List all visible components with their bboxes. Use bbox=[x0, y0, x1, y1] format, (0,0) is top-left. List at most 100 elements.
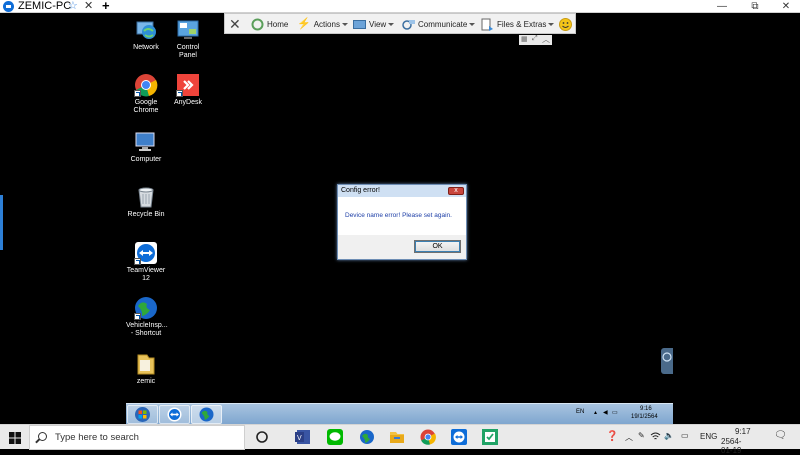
remote-start-button[interactable] bbox=[127, 405, 158, 424]
desktop-icon-label: zemic bbox=[136, 378, 156, 385]
restore-button[interactable]: ⧉ bbox=[745, 0, 765, 13]
window-close-button[interactable]: ✕ bbox=[776, 0, 796, 13]
desktop-icon-anydesk[interactable]: AnyDesk bbox=[168, 73, 208, 107]
desktop-icon-zemic-folder[interactable]: zemic bbox=[126, 352, 166, 386]
chrome-icon bbox=[134, 73, 158, 97]
network-globe-icon bbox=[134, 18, 158, 42]
toolbar-communicate[interactable]: Communicate bbox=[402, 14, 476, 35]
collapse-toolbar-icon[interactable]: ︿ bbox=[542, 34, 550, 45]
host-taskbar: Type here to search V ❓ ︿ ✎ 🔈 ▭ ENG 9:17… bbox=[0, 424, 800, 455]
config-error-dialog: Config error! x Device name error! Pleas… bbox=[337, 184, 467, 260]
fullscreen-icon[interactable]: ⤢ bbox=[532, 35, 538, 43]
shortcut-arrow-icon bbox=[176, 90, 183, 97]
chevron-down-icon bbox=[469, 23, 476, 27]
folder-icon bbox=[134, 352, 158, 376]
monitor-icon bbox=[353, 19, 366, 29]
wifi-icon[interactable] bbox=[650, 431, 661, 444]
desktop-icon-label: Control Panel bbox=[176, 44, 200, 59]
visio-app-icon[interactable]: V bbox=[295, 429, 311, 445]
new-tab-button[interactable]: + bbox=[102, 0, 110, 13]
shortcut-arrow-icon bbox=[134, 313, 141, 320]
desktop-icon-label: AnyDesk bbox=[173, 99, 202, 106]
side-handle-right[interactable] bbox=[661, 348, 673, 374]
file-explorer-icon[interactable] bbox=[389, 429, 405, 445]
dialog-ok-button[interactable]: OK bbox=[414, 240, 461, 253]
green-app-icon[interactable] bbox=[482, 429, 498, 445]
tray-overflow-icon[interactable]: ︿ bbox=[625, 432, 633, 443]
file-transfer-icon bbox=[481, 18, 493, 32]
favorite-star-icon[interactable]: ☆ bbox=[68, 0, 78, 12]
recycle-bin-icon bbox=[134, 185, 158, 209]
teamviewer-icon[interactable] bbox=[451, 429, 467, 445]
speaker-icon[interactable]: 🔈 bbox=[664, 431, 674, 440]
task-view-icon[interactable] bbox=[254, 429, 270, 445]
remote-speaker-icon[interactable]: ◀ bbox=[603, 409, 608, 416]
remote-lang-indicator[interactable]: EN bbox=[576, 409, 584, 415]
notification-center-icon[interactable]: 🗨 bbox=[774, 430, 787, 441]
chevron-down-icon bbox=[548, 23, 555, 27]
computer-icon bbox=[134, 130, 158, 154]
desktop-icon-recycle-bin[interactable]: Recycle Bin bbox=[126, 185, 166, 219]
desktop-icon-computer[interactable]: Computer bbox=[126, 130, 166, 164]
globe-app-icon bbox=[134, 296, 158, 320]
toolbar-actions[interactable]: ⚡ Actions bbox=[297, 14, 348, 35]
session-tab-title[interactable]: ZEMIC-PC bbox=[18, 0, 71, 13]
minimize-button[interactable]: — bbox=[712, 0, 732, 13]
toolbar-home-label: Home bbox=[267, 20, 289, 29]
help-icon[interactable]: ❓ bbox=[606, 431, 618, 442]
shortcut-arrow-icon bbox=[134, 258, 141, 265]
desktop-icon-teamviewer[interactable]: TeamViewer 12 bbox=[126, 241, 166, 283]
pen-icon[interactable]: ✎ bbox=[638, 431, 645, 440]
toolbar-files-extras[interactable]: Files & Extras bbox=[481, 14, 555, 35]
remote-taskbar: EN ▴ ◀ ▭ 9:16 19/1/2564 bbox=[126, 403, 673, 424]
close-connection-icon[interactable]: ✕ bbox=[229, 14, 241, 35]
lightning-icon: ⚡ bbox=[297, 18, 311, 31]
desktop-icon-control-panel[interactable]: Control Panel bbox=[168, 18, 208, 60]
control-panel-icon bbox=[176, 18, 200, 42]
desktop-icon-label: Recycle Bin bbox=[127, 211, 165, 218]
grid-icon[interactable]: ▦ bbox=[521, 35, 528, 43]
remote-network-icon[interactable]: ▭ bbox=[612, 409, 618, 416]
side-panel-handle[interactable] bbox=[0, 195, 3, 250]
language-indicator[interactable]: ENG bbox=[700, 432, 717, 441]
toolbar-view[interactable]: View bbox=[353, 14, 395, 35]
toolbar-home[interactable]: Home bbox=[251, 14, 288, 35]
globe-app-icon[interactable] bbox=[359, 429, 375, 445]
teamviewer-small-icon bbox=[662, 352, 672, 362]
tab-close-button[interactable]: ✕ bbox=[84, 0, 93, 12]
toolbar-communicate-label: Communicate bbox=[418, 20, 468, 29]
teamviewer-logo-icon bbox=[3, 1, 14, 12]
desktop-icon-label: TeamViewer 12 bbox=[126, 267, 166, 282]
toolbar-view-label: View bbox=[369, 20, 387, 29]
dialog-title: Config error! bbox=[338, 185, 466, 197]
toolbar-mini-controls: ▦ ⤢ ︿ bbox=[519, 35, 552, 45]
desktop-icon-vehicleinsp-shortcut[interactable]: VehicleInsp... - Shortcut bbox=[126, 296, 168, 338]
windows-start-icon[interactable] bbox=[9, 431, 21, 444]
toolbar-actions-label: Actions bbox=[313, 20, 340, 29]
dialog-close-button[interactable]: x bbox=[448, 187, 464, 195]
window-titlebar: ZEMIC-PC ☆ ✕ + — ⧉ ✕ bbox=[0, 0, 800, 13]
chrome-icon[interactable] bbox=[420, 429, 436, 445]
remote-tray-arrow-icon[interactable]: ▴ bbox=[594, 409, 597, 416]
desktop-icon-label: Computer bbox=[130, 156, 162, 163]
clock-time[interactable]: 9:17 bbox=[735, 427, 751, 436]
remote-clock-time[interactable]: 9:16 bbox=[640, 406, 652, 412]
clock-date[interactable]: 2564-01-19 bbox=[721, 437, 741, 455]
desktop-icon-network[interactable]: Network bbox=[126, 18, 166, 52]
desktop-icon-chrome[interactable]: Google Chrome bbox=[126, 73, 166, 115]
display-icon[interactable]: ▭ bbox=[681, 431, 689, 440]
chevron-down-icon bbox=[388, 23, 395, 27]
desktop-icon-label: Google Chrome bbox=[133, 99, 159, 114]
taskbar-search-box[interactable]: Type here to search bbox=[29, 425, 245, 450]
anydesk-icon bbox=[176, 73, 200, 97]
search-icon bbox=[38, 432, 47, 441]
shortcut-arrow-icon bbox=[134, 90, 141, 97]
line-app-icon[interactable] bbox=[327, 429, 343, 445]
remote-taskbar-globe-app[interactable] bbox=[191, 405, 222, 424]
toolbar-files-label: Files & Extras bbox=[497, 20, 547, 29]
dialog-message: Device name error! Please set again. bbox=[345, 212, 452, 219]
smiley-feedback-icon[interactable] bbox=[559, 14, 572, 35]
remote-clock-date[interactable]: 19/1/2564 bbox=[631, 414, 658, 420]
remote-taskbar-teamviewer[interactable] bbox=[159, 405, 190, 424]
teamviewer-icon bbox=[134, 241, 158, 265]
